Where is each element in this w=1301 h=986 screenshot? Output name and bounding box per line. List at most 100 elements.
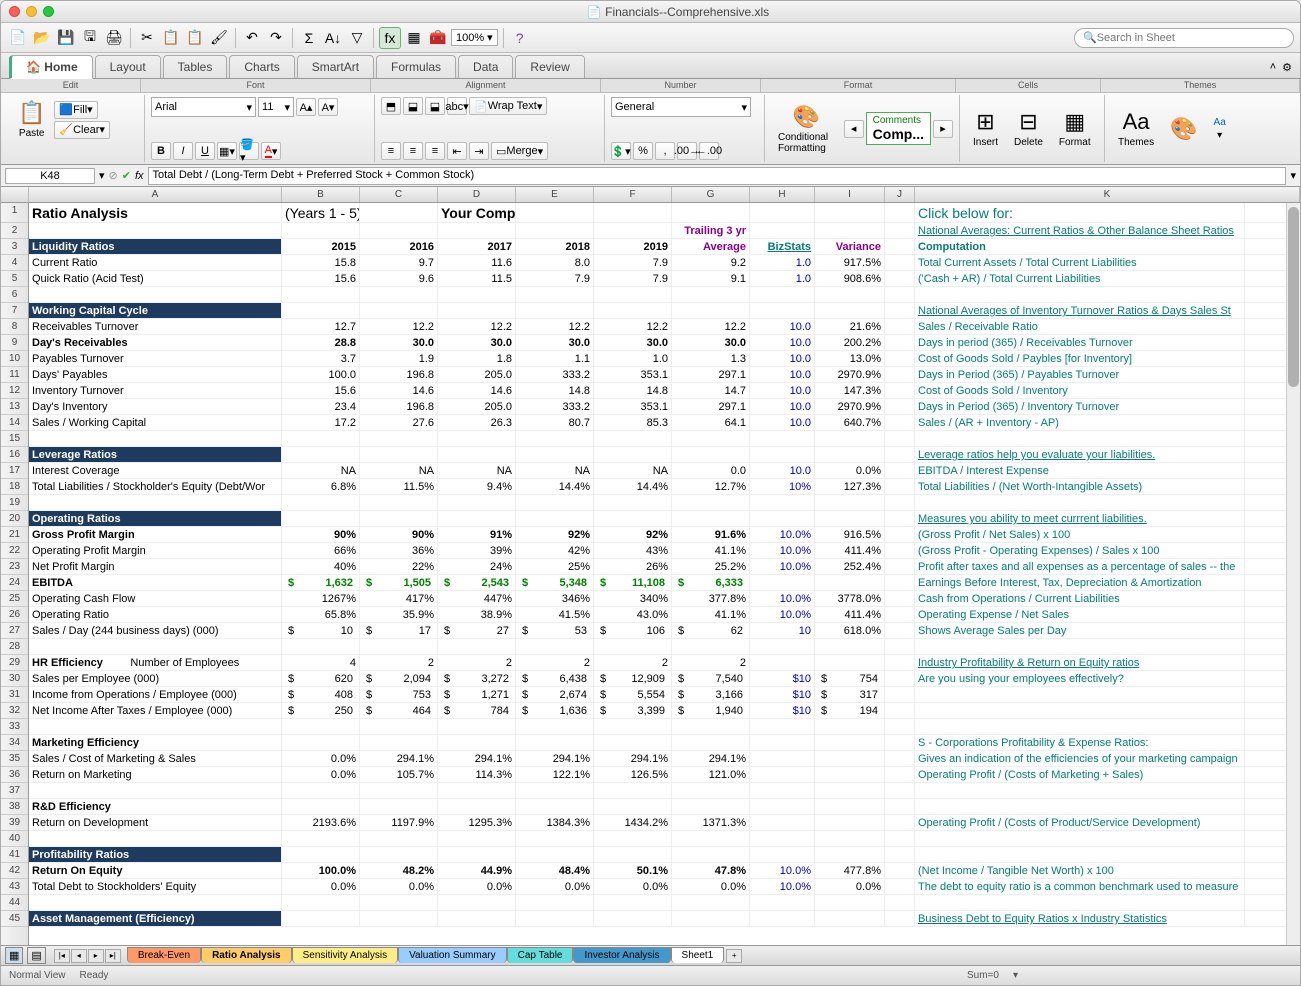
row-label[interactable]: Operating Profit Margin (29, 543, 282, 558)
row-label[interactable]: Return on Marketing (29, 767, 282, 782)
copy-icon[interactable]: 📋 (160, 27, 182, 49)
row-header[interactable]: 22 (1, 543, 28, 559)
cell[interactable] (750, 655, 815, 670)
computation[interactable]: (Gross Profit - Operating Expenses) / Sa… (915, 543, 1245, 558)
cell[interactable] (815, 511, 885, 526)
cell[interactable]: Trailing 3 yr (672, 223, 750, 238)
period[interactable]: (Years 1 - 5) (282, 203, 360, 222)
tab-smartart[interactable]: SmartArt (297, 55, 374, 78)
cell[interactable] (885, 367, 915, 382)
col-header[interactable]: B (282, 187, 360, 202)
cell[interactable] (594, 639, 672, 654)
cell[interactable]: $6,333 (672, 575, 750, 590)
cell[interactable]: $62 (672, 623, 750, 638)
cell[interactable]: 1384.3% (516, 815, 594, 830)
row-label[interactable]: Days' Payables (29, 367, 282, 382)
cell[interactable] (438, 783, 516, 798)
cell[interactable]: 2970.9% (815, 367, 885, 382)
section-header[interactable]: Asset Management (Efficiency) (29, 911, 282, 926)
cell[interactable] (516, 719, 594, 734)
cell[interactable]: $3,166 (672, 687, 750, 702)
cell[interactable] (885, 687, 915, 702)
cell[interactable]: 11.6 (438, 255, 516, 270)
computation[interactable]: Total Current Assets / Total Current Lia… (915, 255, 1245, 270)
cell[interactable]: 9.6 (360, 271, 438, 286)
cell[interactable]: 14.8 (594, 383, 672, 398)
cell[interactable]: 38.9% (438, 607, 516, 622)
cell[interactable]: 2 (516, 655, 594, 670)
cell[interactable] (815, 303, 885, 318)
cell[interactable]: $408 (282, 687, 360, 702)
row-header[interactable]: 43 (1, 879, 28, 895)
format-painter-icon[interactable]: 🖌 (208, 27, 230, 49)
cell[interactable] (815, 847, 885, 862)
align-mid-icon[interactable]: ⬓ (403, 97, 423, 115)
cell[interactable]: 252.4% (815, 559, 885, 574)
cell[interactable]: $17 (360, 623, 438, 638)
vertical-scrollbar[interactable] (1286, 203, 1300, 945)
cell[interactable]: 1434.2% (594, 815, 672, 830)
computation[interactable]: ('Cash + AR) / Total Current Liabilities (915, 271, 1245, 286)
cell[interactable] (815, 447, 885, 462)
sheet-tab[interactable]: Sensitivity Analysis (292, 947, 398, 963)
cell[interactable]: 6.8% (282, 479, 360, 494)
cell[interactable] (885, 847, 915, 862)
cell[interactable]: 0.0% (282, 879, 360, 894)
cell[interactable] (750, 203, 815, 222)
namebox-dropdown-icon[interactable]: ▾ (99, 169, 105, 182)
cell[interactable] (885, 495, 915, 510)
shrink-font-icon[interactable]: A▾ (318, 98, 338, 116)
cell[interactable]: 26.3 (438, 415, 516, 430)
merge-button[interactable]: ▭ Merge ▾ (491, 142, 548, 160)
cell[interactable]: $6,438 (516, 671, 594, 686)
cell[interactable] (915, 719, 1245, 734)
cell[interactable]: $12,909 (594, 671, 672, 686)
undo-icon[interactable]: ↶ (241, 27, 263, 49)
row-header[interactable]: 37 (1, 783, 28, 799)
cell[interactable] (360, 303, 438, 318)
cell[interactable] (885, 639, 915, 654)
cell[interactable]: 28.8 (282, 335, 360, 350)
cell[interactable]: S - Corporations Profitability & Expense… (915, 735, 1245, 750)
row-header[interactable]: 29 (1, 655, 28, 671)
cell[interactable]: 10.0% (750, 559, 815, 574)
cell[interactable] (750, 287, 815, 302)
row-header[interactable]: 28 (1, 639, 28, 655)
cell[interactable] (516, 495, 594, 510)
cell[interactable]: 10.0 (750, 383, 815, 398)
cell[interactable]: 1.0 (750, 255, 815, 270)
cell[interactable]: 297.1 (672, 399, 750, 414)
cell[interactable]: NA (438, 463, 516, 478)
cell[interactable] (282, 911, 360, 926)
cell[interactable] (360, 223, 438, 238)
sheet-tab[interactable]: Investor Analysis (573, 947, 670, 963)
cell[interactable]: 47.8% (672, 863, 750, 878)
cell[interactable]: 121.0% (672, 767, 750, 782)
cell[interactable]: 1.1 (516, 351, 594, 366)
sheet-tab[interactable]: Ratio Analysis (201, 947, 292, 963)
cell[interactable] (438, 799, 516, 814)
row-header[interactable]: 20 (1, 511, 28, 527)
cell[interactable] (885, 879, 915, 894)
cell[interactable] (360, 783, 438, 798)
cell[interactable]: 0.0% (516, 879, 594, 894)
cell[interactable] (360, 719, 438, 734)
search-box[interactable]: 🔍 (1074, 28, 1294, 48)
cell[interactable]: 48.2% (360, 863, 438, 878)
cell[interactable]: 411.4% (815, 607, 885, 622)
name-box[interactable]: K48 (5, 168, 95, 184)
cell[interactable]: 205.0 (438, 399, 516, 414)
cell[interactable]: 100.0 (282, 367, 360, 382)
cell[interactable]: 41.1% (672, 543, 750, 558)
view-normal-icon[interactable]: ▦ (5, 947, 23, 964)
format-cells-button[interactable]: ▦Format (1052, 106, 1098, 151)
col-header[interactable]: H (750, 187, 815, 202)
row-label[interactable]: Income from Operations / Employee (000) (29, 687, 282, 702)
cell[interactable]: 12.2 (438, 319, 516, 334)
cell[interactable]: 14.8 (516, 383, 594, 398)
cell[interactable]: 122.1% (516, 767, 594, 782)
open-icon[interactable]: 📂 (31, 27, 53, 49)
wrap-text-button[interactable]: 📄 Wrap Text ▾ (469, 97, 547, 115)
cell[interactable]: $10 (282, 623, 360, 638)
cell[interactable]: 92% (594, 527, 672, 542)
